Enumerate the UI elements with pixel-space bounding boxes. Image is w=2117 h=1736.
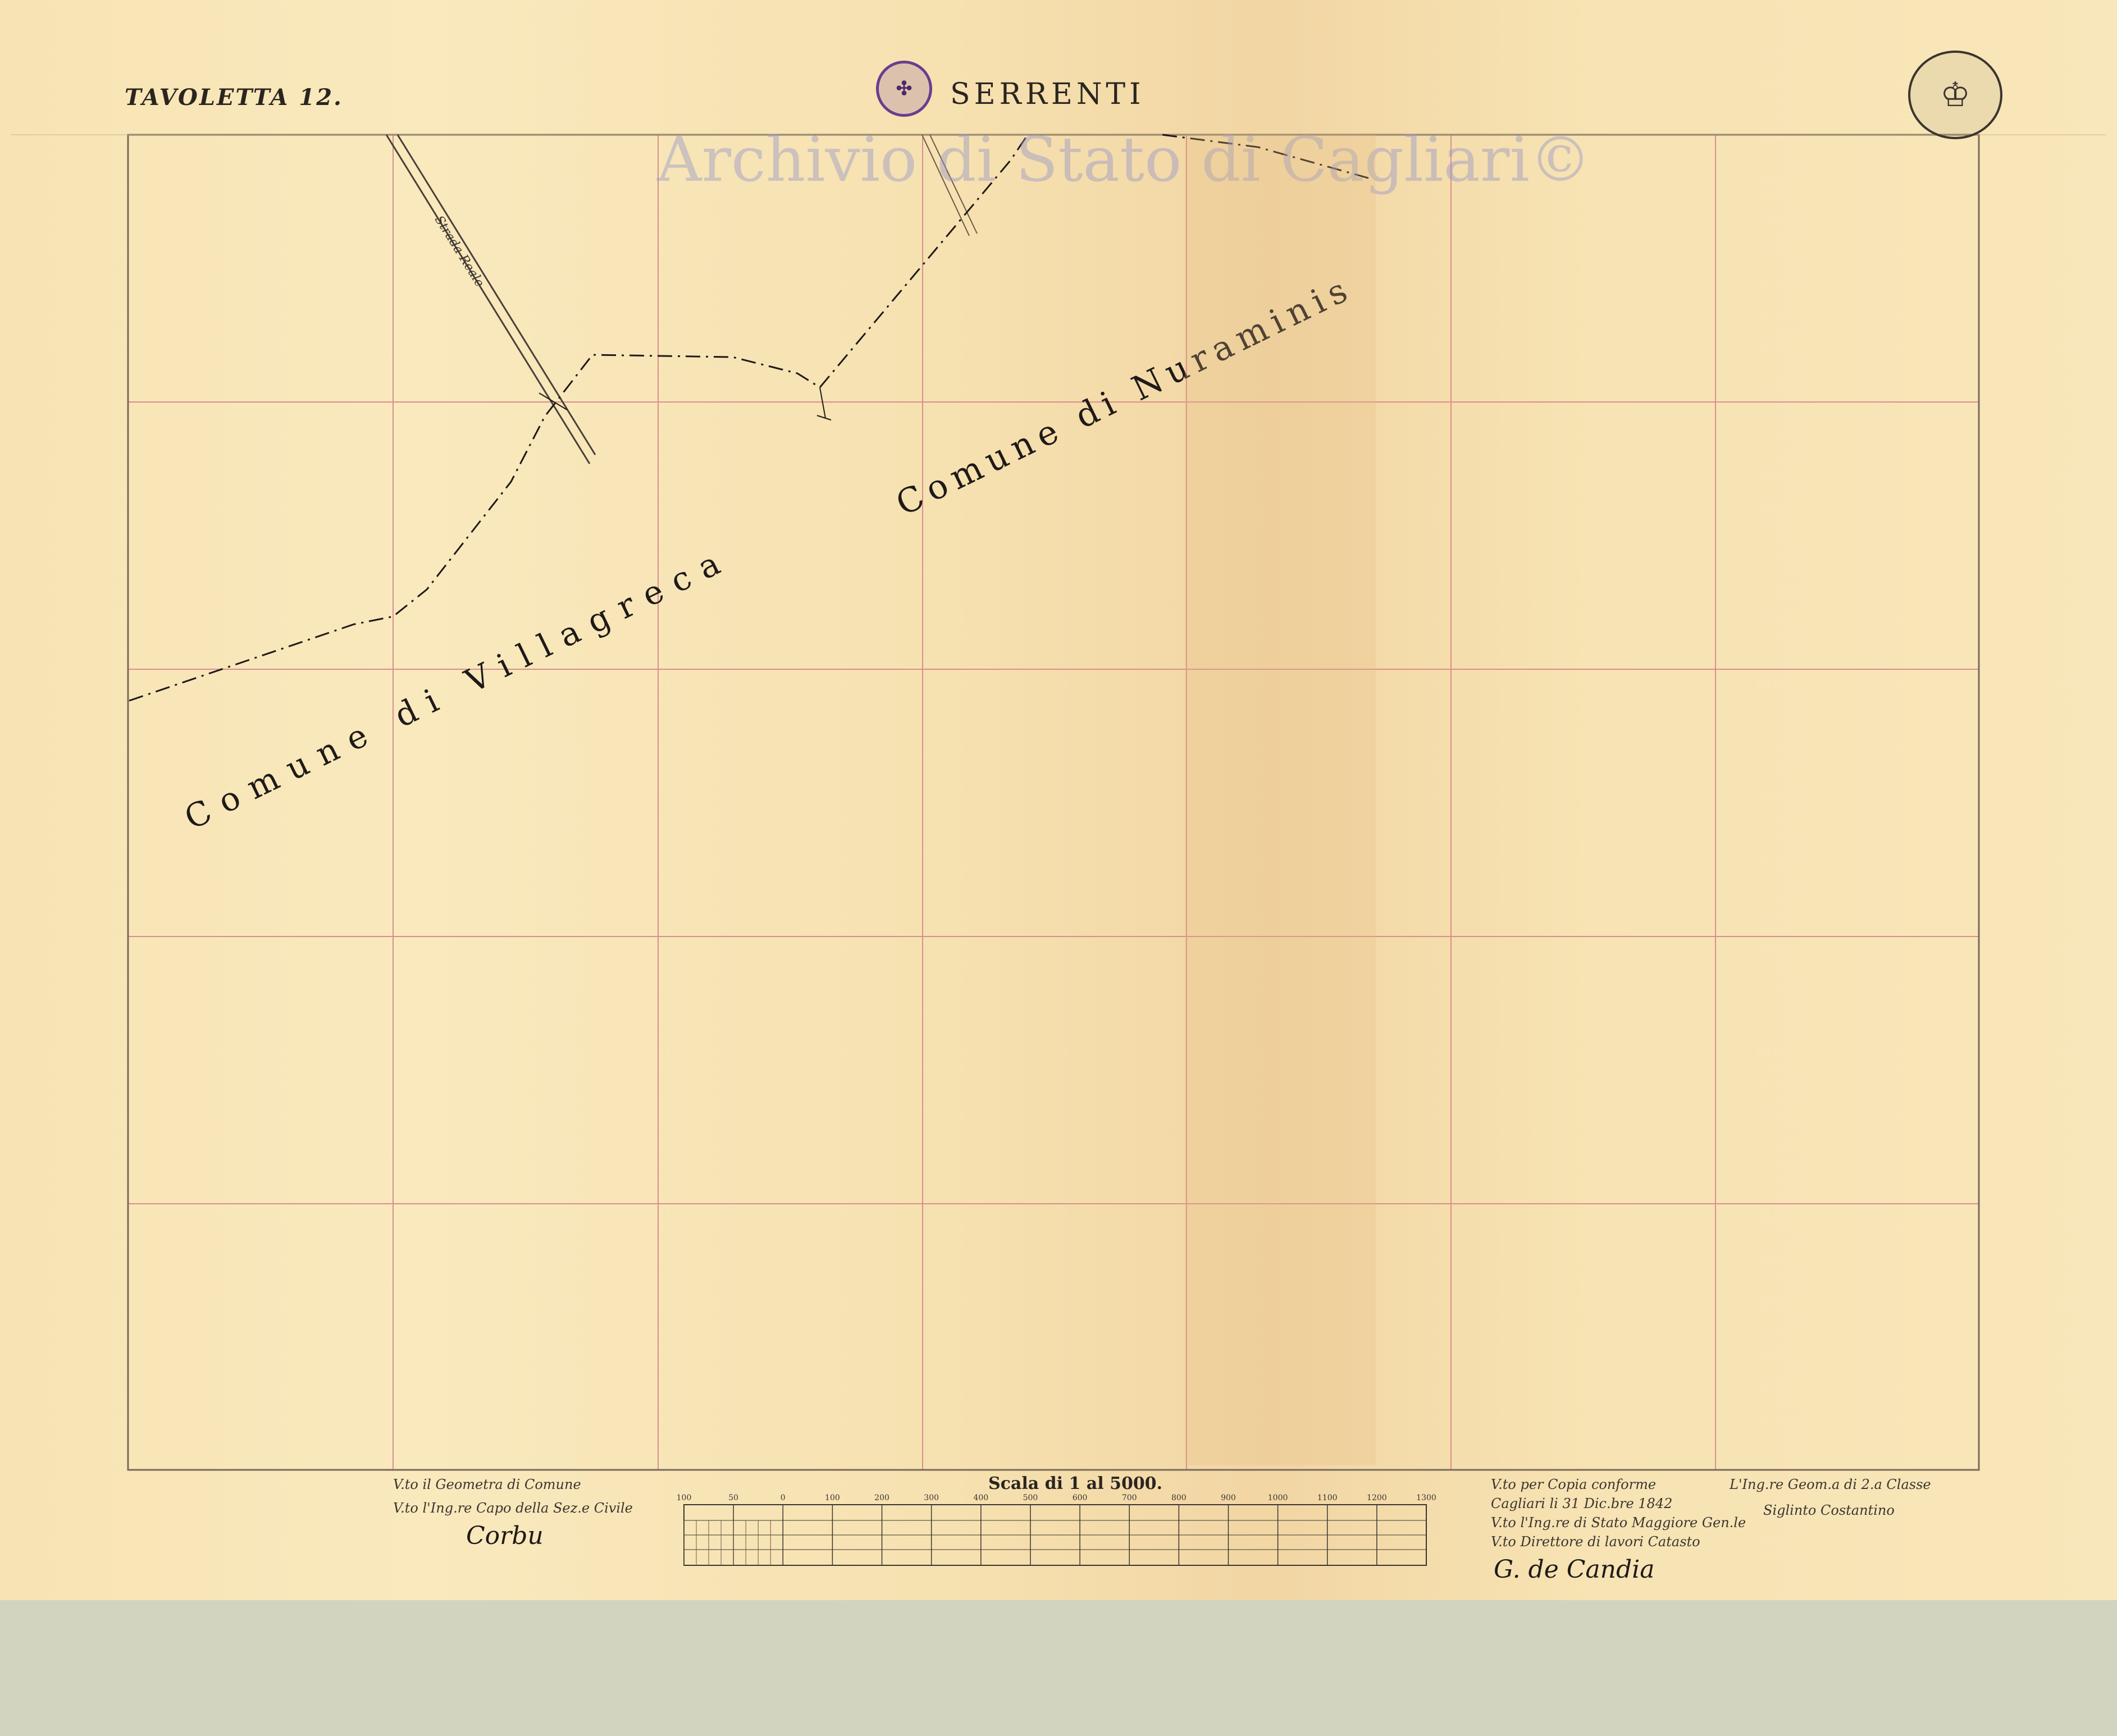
scale-tick-label: 200 (874, 1493, 889, 1502)
signature-left-line2: V.to l'Ing.re Capo della Sez.e Civile (393, 1500, 633, 1516)
scale-tick-label: 1100 (1317, 1493, 1338, 1502)
map-sheet: 100 50 0 100 200 300 400 500 600 700 800 900 1000 110… (0, 0, 2117, 1600)
signature-middle-sign: G. de Candia (1494, 1555, 1655, 1584)
scale-tick-label: 500 (1023, 1493, 1038, 1502)
scale-tick-label: 900 (1221, 1493, 1236, 1502)
scale-tick-label: 50 (728, 1493, 738, 1502)
signature-middle-line4: V.to Direttore di lavori Catasto (1491, 1534, 1700, 1550)
grid (128, 135, 1979, 1470)
signature-middle-line3: V.to l'Ing.re di Stato Maggiore Gen.le (1491, 1515, 1746, 1531)
scale-title: Scala di 1 al 5000. (988, 1474, 1163, 1493)
scale-tick-label: 1000 (1268, 1493, 1288, 1502)
archive-stamp-icon: ✣ (876, 61, 932, 117)
signature-right-line1: L'Ing.re Geom.a di 2.a Classe (1730, 1477, 1931, 1492)
scale-tick-label: 700 (1122, 1493, 1137, 1502)
archive-watermark: Archivio di Stato di Cagliari© (657, 124, 1591, 195)
scale-tick-label: 800 (1171, 1493, 1187, 1502)
scale-tick-label: 300 (924, 1493, 939, 1502)
boundary-marks (539, 387, 832, 421)
signature-left-sign: Corbu (466, 1522, 544, 1550)
scale-tick-label: 100 (825, 1493, 840, 1502)
map-frame (127, 134, 1980, 1471)
scale-tick-label: 1200 (1367, 1493, 1387, 1502)
scale-bar (683, 1504, 1427, 1566)
map-title: SERRENTI (950, 77, 1145, 111)
scale-tick-label: 0 (781, 1493, 786, 1502)
signature-right-line2: Siglinto Costantino (1763, 1502, 1895, 1518)
scale-tick-label: 400 (973, 1493, 988, 1502)
sheet-number: TAVOLETTA 12. (125, 84, 343, 111)
scale-tick-label: 100 (677, 1493, 692, 1502)
signature-middle-line2: Cagliari li 31 Dic.bre 1842 (1491, 1496, 1673, 1511)
municipal-boundary-top (1162, 134, 1371, 180)
scale-tick-label: 1300 (1416, 1493, 1436, 1502)
royal-seal-icon: ♔ (1908, 51, 2002, 139)
map-drawing: 100 50 0 100 200 300 400 500 600 700 800 900 1000 110… (11, 134, 2106, 1566)
scale-tick-label: 600 (1073, 1493, 1088, 1502)
signature-middle-line1: V.to per Copia conforme (1491, 1477, 1657, 1492)
strada-reale-road (385, 134, 596, 464)
signature-left-line1: V.to il Geometra di Comune (393, 1477, 581, 1492)
